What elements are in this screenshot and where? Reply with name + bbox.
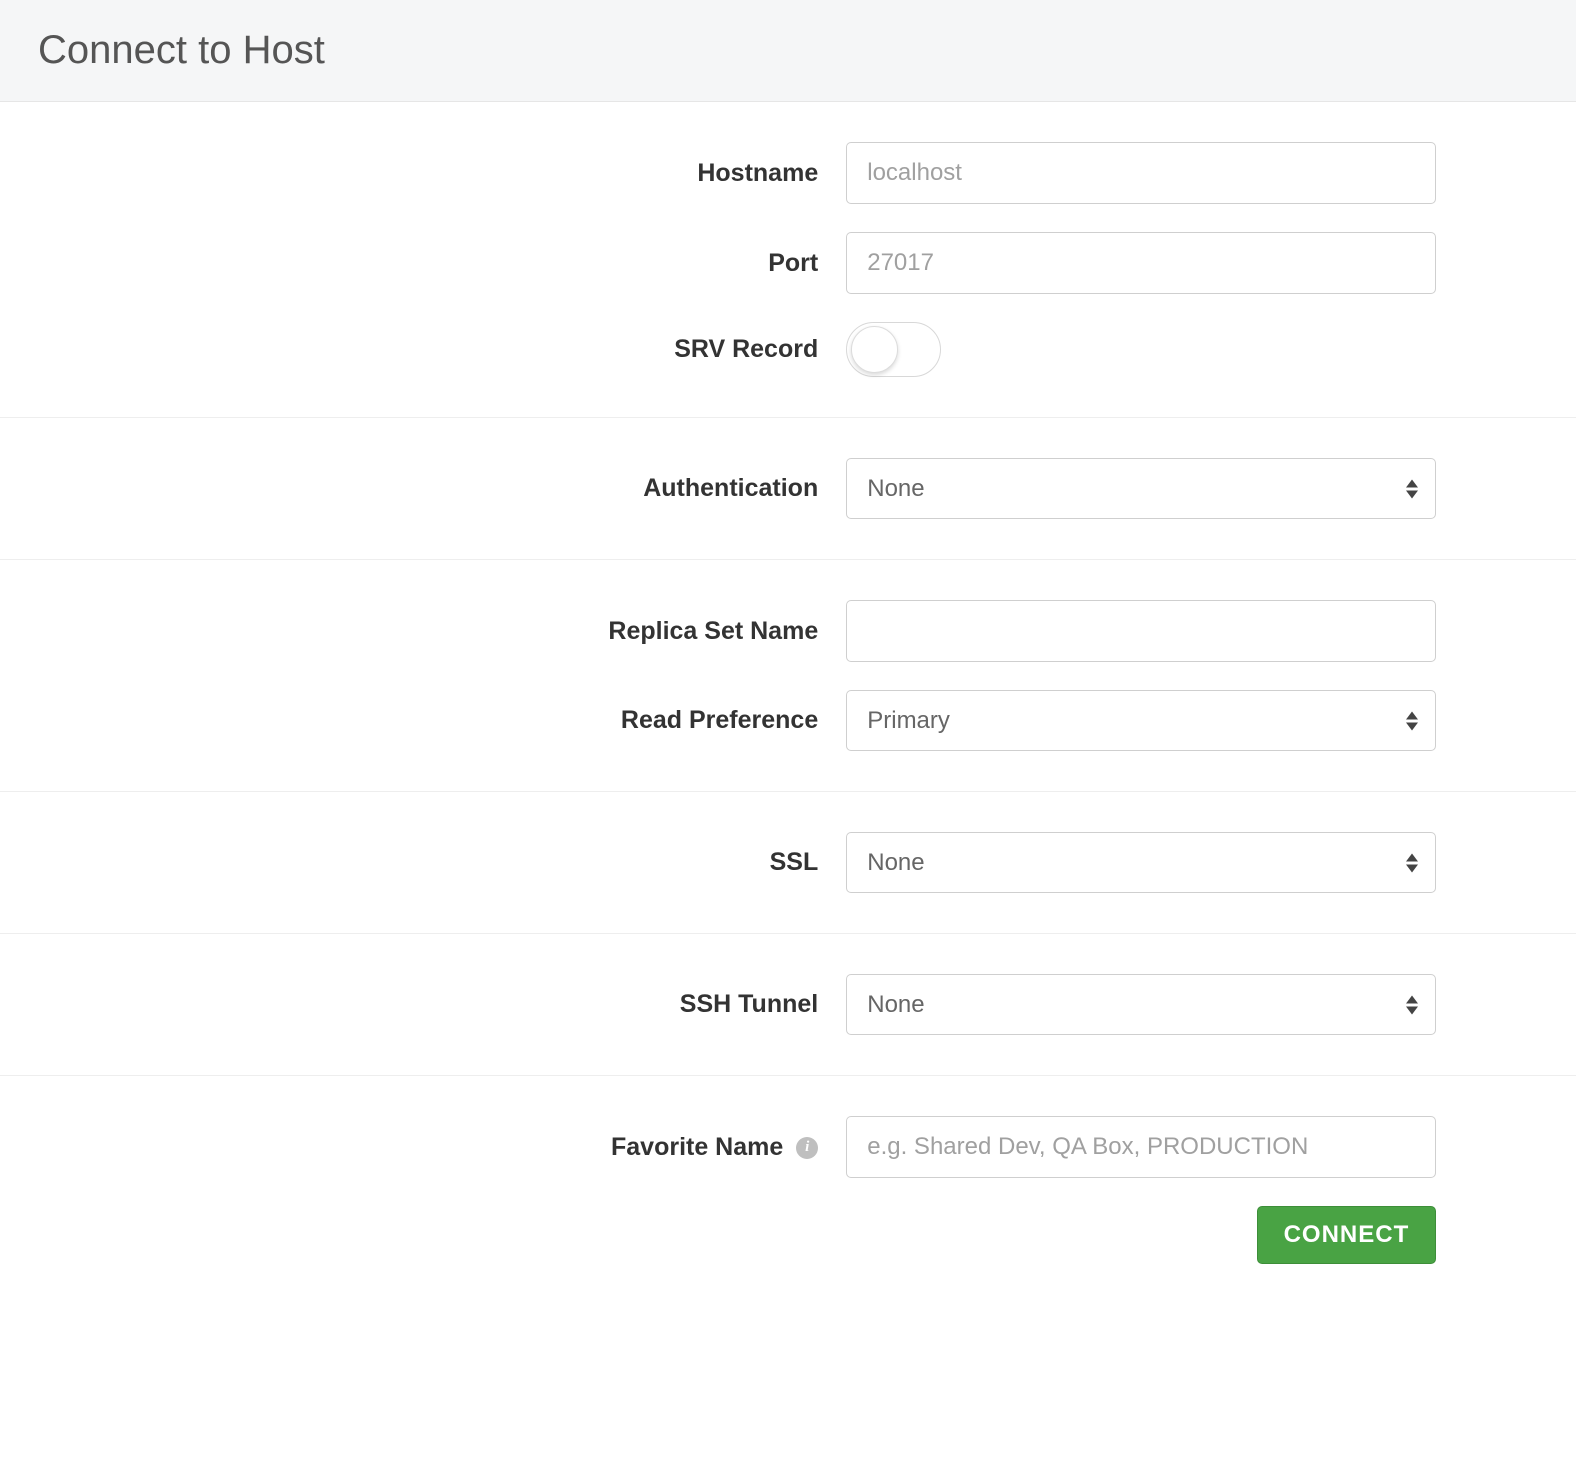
row-authentication: Authentication None	[60, 458, 1516, 519]
replica-set-name-input[interactable]	[846, 600, 1436, 662]
row-replica-set-name: Replica Set Name	[60, 600, 1516, 662]
ssl-label: SSL	[60, 848, 846, 877]
row-favorite-name: Favorite Name i	[60, 1116, 1516, 1178]
port-input[interactable]	[846, 232, 1436, 294]
authentication-select[interactable]: None	[846, 458, 1436, 519]
page-header: Connect to Host	[0, 0, 1576, 102]
section-replica: Replica Set Name Read Preference Primary	[0, 560, 1576, 792]
section-authentication: Authentication None	[0, 418, 1576, 560]
toggle-knob-icon	[851, 326, 898, 373]
srv-record-toggle[interactable]	[846, 322, 941, 377]
replica-set-name-label: Replica Set Name	[60, 617, 846, 646]
row-ssh-tunnel: SSH Tunnel None	[60, 974, 1516, 1035]
authentication-label: Authentication	[60, 474, 846, 503]
port-label: Port	[60, 249, 846, 278]
connect-button[interactable]: CONNECT	[1257, 1206, 1437, 1264]
row-read-preference: Read Preference Primary	[60, 690, 1516, 751]
hostname-input[interactable]	[846, 142, 1436, 204]
ssl-select[interactable]: None	[846, 832, 1436, 893]
section-host: Hostname Port SRV Record	[0, 102, 1576, 418]
srv-record-label: SRV Record	[60, 335, 846, 364]
page-title: Connect to Host	[38, 28, 1538, 73]
section-ssl: SSL None	[0, 792, 1576, 934]
row-ssl: SSL None	[60, 832, 1516, 893]
row-hostname: Hostname	[60, 142, 1516, 204]
ssh-tunnel-select[interactable]: None	[846, 974, 1436, 1035]
info-icon: i	[796, 1137, 818, 1159]
row-srv-record: SRV Record	[60, 322, 1516, 377]
row-actions: CONNECT	[60, 1206, 1516, 1264]
section-favorite: Favorite Name i CONNECT	[0, 1076, 1576, 1304]
favorite-name-label-text: Favorite Name	[611, 1133, 783, 1161]
row-port: Port	[60, 232, 1516, 294]
favorite-name-input[interactable]	[846, 1116, 1436, 1178]
hostname-label: Hostname	[60, 159, 846, 188]
ssh-tunnel-label: SSH Tunnel	[60, 990, 846, 1019]
section-ssh-tunnel: SSH Tunnel None	[0, 934, 1576, 1076]
read-preference-label: Read Preference	[60, 706, 846, 735]
favorite-name-label: Favorite Name i	[60, 1133, 846, 1162]
read-preference-select[interactable]: Primary	[846, 690, 1436, 751]
